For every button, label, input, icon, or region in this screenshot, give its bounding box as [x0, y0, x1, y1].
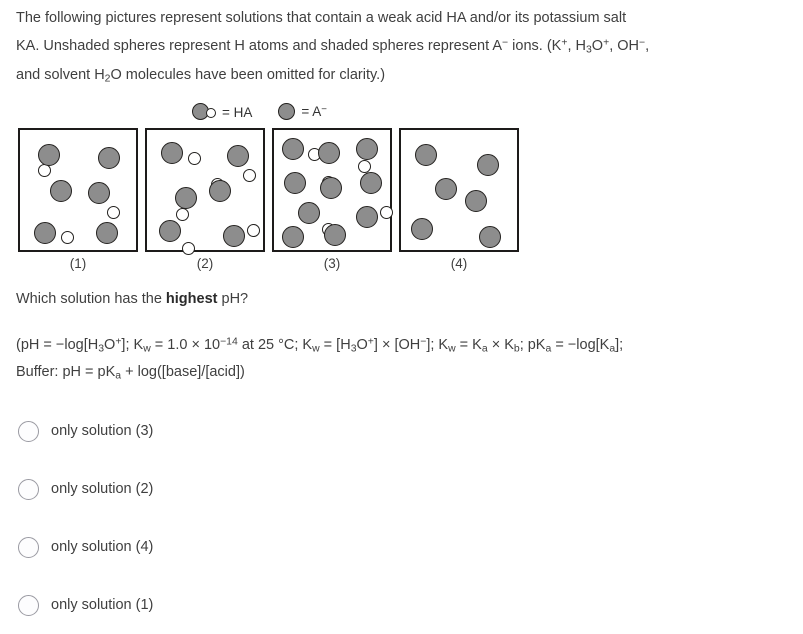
- h-atom: [357, 159, 371, 173]
- intro-line-3: and solvent H2O molecules have been omit…: [16, 66, 386, 85]
- box-label-1: (1): [69, 256, 87, 271]
- a-ion-sphere: [98, 147, 120, 169]
- h-atom: [106, 205, 120, 219]
- legend-label-a-ion: = A−: [301, 104, 327, 120]
- box-label-3: (3): [323, 256, 341, 271]
- ha-molecule-sphere: [34, 222, 56, 244]
- solution-box-4: [399, 128, 519, 252]
- formula-reference: (pH = −log[H3O+]; Kw = 1.0 × 10−14 at 25…: [16, 331, 776, 388]
- h-atom: [187, 151, 201, 165]
- solution-boxes: (1) (2) (3) (4): [18, 128, 528, 271]
- ha-molecule-sphere: [175, 187, 197, 209]
- ha-molecule-sphere: [159, 220, 181, 242]
- question-text: Which solution has the highest pH?: [16, 291, 249, 307]
- a-ion-sphere: [477, 154, 499, 176]
- question-emphasis: highest: [165, 291, 218, 307]
- intro-line-1: The following pictures represent solutio…: [16, 10, 627, 26]
- legend: = HA = A−: [192, 100, 327, 124]
- ha-molecule-sphere: [282, 138, 304, 160]
- box-label-4: (4): [450, 256, 468, 271]
- a-ion-sphere: [360, 172, 382, 194]
- ha-molecule-sphere: [209, 180, 231, 202]
- legend-item-ha: = HA: [192, 101, 252, 123]
- ha-molecule-icon: [192, 101, 218, 123]
- a-ion-sphere: [284, 172, 306, 194]
- answer-option-label: only solution (3): [51, 423, 154, 439]
- a-ion-sphere: [282, 226, 304, 248]
- radio-button[interactable]: [18, 536, 39, 558]
- radio-button[interactable]: [18, 594, 39, 616]
- answer-option-4[interactable]: only solution (1): [18, 576, 418, 634]
- a-sphere: [278, 103, 296, 120]
- h-atom: [379, 205, 393, 219]
- a-ion-sphere: [318, 142, 340, 164]
- h-atom: [175, 207, 189, 221]
- question-page: The following pictures represent solutio…: [0, 0, 803, 617]
- a-ion-sphere: [96, 222, 118, 244]
- a-ion-sphere: [50, 180, 72, 202]
- answer-option-1[interactable]: only solution (3): [18, 402, 418, 460]
- answer-option-label: only solution (4): [51, 539, 154, 555]
- legend-label-ha: = HA: [222, 104, 253, 120]
- ha-molecule-sphere: [88, 182, 110, 204]
- radio-button[interactable]: [18, 478, 39, 500]
- a-ion-icon: [278, 101, 297, 123]
- ha-molecule-sphere: [227, 145, 249, 167]
- formula-line-2: Buffer: pH = pKa + log([base]/[acid]): [16, 363, 245, 382]
- answer-option-3[interactable]: only solution (4): [18, 518, 418, 576]
- a-ion-sphere: [435, 178, 457, 200]
- answer-option-2[interactable]: only solution (2): [18, 460, 418, 518]
- answer-option-label: only solution (2): [51, 481, 154, 497]
- h-atom: [206, 108, 216, 118]
- radio-button[interactable]: [18, 420, 39, 442]
- solution-box-1: [18, 128, 138, 252]
- legend-item-a-ion: = A−: [278, 101, 327, 123]
- a-ion-sphere: [465, 190, 487, 212]
- answer-option-label: only solution (1): [51, 597, 154, 613]
- h-atom: [181, 241, 195, 255]
- h-atom: [246, 223, 260, 237]
- a-ion-sphere: [324, 224, 346, 246]
- box-label-2: (2): [196, 256, 214, 271]
- a-ion-sphere: [479, 226, 501, 248]
- ha-molecule-sphere: [161, 142, 183, 164]
- ha-molecule-sphere: [356, 206, 378, 228]
- intro-line-2: KA. Unshaded spheres represent H atoms a…: [16, 38, 650, 56]
- solution-box-3: [272, 128, 393, 252]
- h-atom: [60, 230, 74, 244]
- answer-options: only solution (3) only solution (2) only s…: [18, 402, 418, 634]
- ha-molecule-sphere: [38, 144, 60, 166]
- intro-paragraph: The following pictures represent solutio…: [16, 6, 756, 92]
- ha-molecule-sphere: [298, 202, 320, 224]
- a-ion-sphere: [411, 218, 433, 240]
- ha-molecule-sphere: [320, 177, 342, 199]
- a-ion-sphere: [415, 144, 437, 166]
- formula-line-1: (pH = −log[H3O+]; Kw = 1.0 × 10−14 at 25…: [16, 337, 624, 355]
- h-atom: [242, 168, 256, 182]
- ha-molecule-sphere: [356, 138, 378, 160]
- ha-molecule-sphere: [223, 225, 245, 247]
- solution-box-2: [145, 128, 265, 255]
